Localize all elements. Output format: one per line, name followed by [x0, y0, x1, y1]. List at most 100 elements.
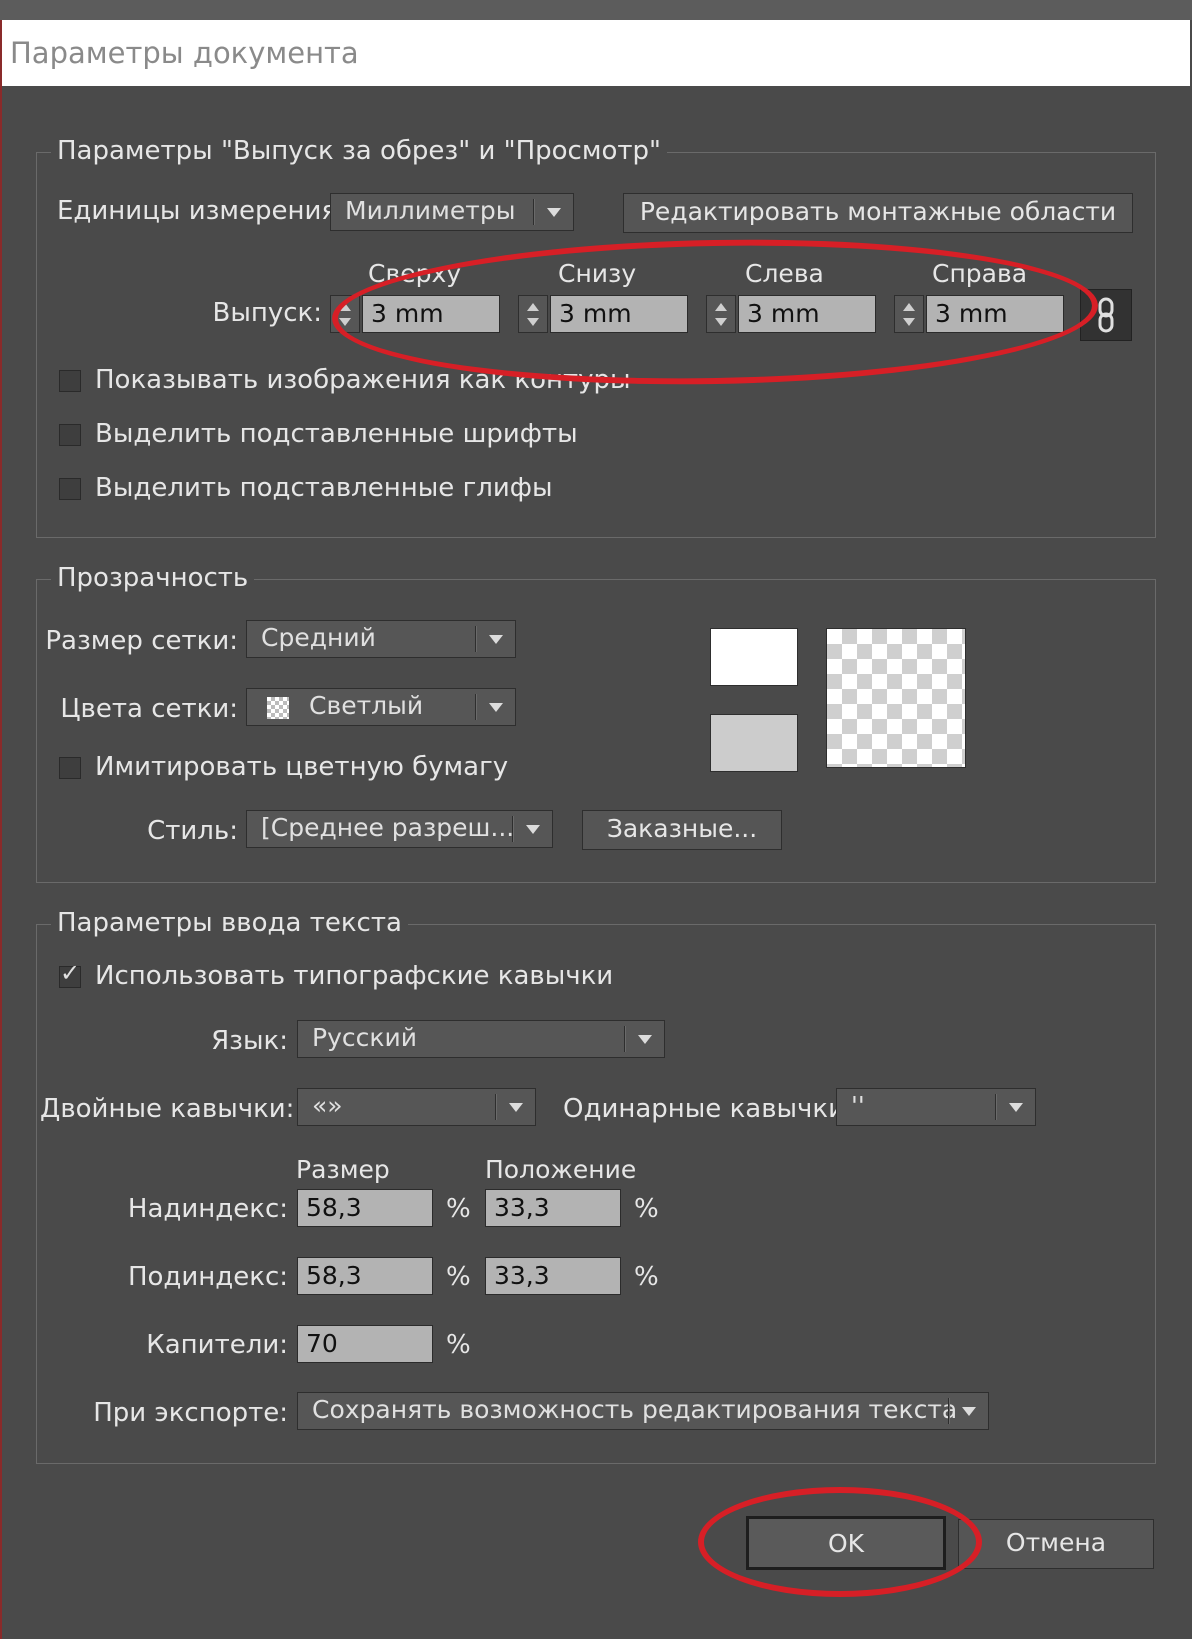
show-images-outline-label: Показывать изображения как контуры — [95, 365, 631, 395]
highlight-fonts-label: Выделить подставленные шрифты — [95, 419, 578, 449]
subscript-size-input[interactable]: 58,3 — [297, 1257, 433, 1295]
text-options-legend: Параметры ввода текста — [51, 908, 408, 938]
simulate-paper-label: Имитировать цветную бумагу — [95, 752, 509, 782]
smallcaps-input[interactable]: 70 — [297, 1325, 433, 1363]
typographic-quotes-label: Использовать типографские кавычки — [95, 961, 614, 991]
edit-artboards-button[interactable]: Редактировать монтажные области — [623, 193, 1133, 233]
arrow-up-icon — [903, 303, 915, 311]
arrow-up-icon — [527, 303, 539, 311]
percent-sign: % — [634, 1194, 659, 1224]
bleed-top-input[interactable]: 3 mm — [362, 295, 500, 333]
bleed-bottom-header: Снизу — [558, 259, 637, 288]
double-quotes-value: «» — [312, 1091, 343, 1120]
units-dropdown[interactable]: Миллиметры — [330, 193, 574, 231]
double-quotes-label: Двойные кавычки: — [40, 1094, 295, 1124]
percent-sign: % — [446, 1194, 471, 1224]
double-quotes-dropdown[interactable]: «» — [297, 1088, 536, 1126]
export-dropdown[interactable]: Сохранять возможность редактирования тек… — [297, 1392, 989, 1430]
bleed-left-header: Слева — [745, 259, 824, 288]
show-images-outline-checkbox[interactable] — [59, 370, 81, 392]
highlight-fonts-checkbox[interactable] — [59, 424, 81, 446]
single-quotes-label: Одинарные кавычки: — [563, 1094, 854, 1124]
dropdown-separator — [475, 694, 477, 720]
dropdown-separator — [533, 199, 535, 225]
simulate-paper-checkbox[interactable] — [59, 757, 81, 779]
grid-colors-value: Светлый — [309, 691, 424, 720]
highlight-glyphs-checkbox[interactable] — [59, 478, 81, 500]
dropdown-separator — [948, 1398, 950, 1424]
bleed-left-stepper[interactable] — [706, 295, 736, 333]
units-value: Миллиметры — [345, 196, 516, 225]
arrow-up-icon — [339, 303, 351, 311]
cancel-button[interactable]: Отмена — [958, 1519, 1154, 1569]
position-header: Положение — [485, 1155, 637, 1184]
bleed-top-stepper[interactable] — [330, 295, 360, 333]
arrow-down-icon — [903, 318, 915, 326]
single-quotes-value: '' — [851, 1091, 865, 1120]
bleed-left-input[interactable]: 3 mm — [738, 295, 876, 333]
percent-sign: % — [446, 1330, 471, 1360]
arrow-up-icon — [715, 303, 727, 311]
chevron-down-icon — [509, 1103, 523, 1112]
size-header: Размер — [296, 1155, 390, 1184]
highlight-glyphs-label: Выделить подставленные глифы — [95, 473, 553, 503]
dropdown-separator — [995, 1094, 997, 1120]
dropdown-separator — [624, 1026, 626, 1052]
dropdown-separator — [475, 626, 477, 652]
chain-link-icon[interactable] — [1080, 289, 1132, 341]
language-label: Язык: — [211, 1026, 288, 1056]
dropdown-separator — [495, 1094, 497, 1120]
single-quotes-dropdown[interactable]: '' — [836, 1088, 1036, 1126]
chevron-down-icon — [547, 208, 561, 217]
transparency-legend: Прозрачность — [51, 563, 255, 593]
superscript-size-input[interactable]: 58,3 — [297, 1189, 433, 1227]
bleed-top-header: Сверху — [368, 259, 462, 288]
grid-size-dropdown[interactable]: Средний — [246, 620, 516, 658]
window-top-strip — [0, 0, 1192, 20]
ok-button[interactable]: OK — [746, 1516, 946, 1570]
chain-link-glyph — [1098, 297, 1114, 333]
grid-color-swatch-gray[interactable] — [710, 714, 798, 772]
typographic-quotes-checkbox[interactable]: ✓ — [59, 959, 81, 988]
bleed-right-input[interactable]: 3 mm — [926, 295, 1064, 333]
bleed-view-legend: Параметры "Выпуск за обрез" и "Просмотр" — [51, 136, 667, 166]
style-label: Стиль: — [147, 816, 238, 846]
arrow-down-icon — [715, 318, 727, 326]
chevron-down-icon — [638, 1035, 652, 1044]
language-dropdown[interactable]: Русский — [297, 1020, 665, 1058]
grid-colors-dropdown[interactable]: Светлый — [246, 688, 516, 726]
units-label: Единицы измерения: — [57, 196, 346, 226]
checkerboard-swatch-icon — [267, 697, 289, 719]
chevron-down-icon — [1009, 1103, 1023, 1112]
arrow-down-icon — [527, 318, 539, 326]
subscript-position-input[interactable]: 33,3 — [485, 1257, 621, 1295]
custom-button[interactable]: Заказные... — [582, 810, 782, 850]
checkmark-icon: ✓ — [60, 959, 81, 987]
export-value: Сохранять возможность редактирования тек… — [312, 1395, 958, 1424]
chevron-down-icon — [489, 635, 503, 644]
bleed-bottom-stepper[interactable] — [518, 295, 548, 333]
dialog-title: Параметры документа — [10, 36, 359, 70]
grid-colors-label: Цвета сетки: — [60, 694, 238, 724]
superscript-label: Надиндекс: — [127, 1194, 288, 1224]
bleed-right-stepper[interactable] — [894, 295, 924, 333]
percent-sign: % — [634, 1262, 659, 1292]
bleed-bottom-input[interactable]: 3 mm — [550, 295, 688, 333]
subscript-label: Подиндекс: — [127, 1262, 288, 1292]
chevron-down-icon — [526, 825, 540, 834]
percent-sign: % — [446, 1262, 471, 1292]
style-value: [Среднее разреш... — [261, 813, 515, 842]
chevron-down-icon — [489, 703, 503, 712]
smallcaps-label: Капители: — [146, 1330, 288, 1360]
grid-size-value: Средний — [261, 623, 376, 652]
grid-size-label: Размер сетки: — [45, 626, 238, 656]
transparency-grid-preview — [826, 628, 966, 768]
bleed-label: Выпуск: — [212, 298, 322, 328]
arrow-down-icon — [339, 318, 351, 326]
chevron-down-icon — [962, 1407, 976, 1416]
grid-color-swatch-white[interactable] — [710, 628, 798, 686]
dropdown-separator — [512, 816, 514, 842]
style-dropdown[interactable]: [Среднее разреш... — [246, 810, 553, 848]
bleed-right-header: Справа — [932, 259, 1028, 288]
superscript-position-input[interactable]: 33,3 — [485, 1189, 621, 1227]
